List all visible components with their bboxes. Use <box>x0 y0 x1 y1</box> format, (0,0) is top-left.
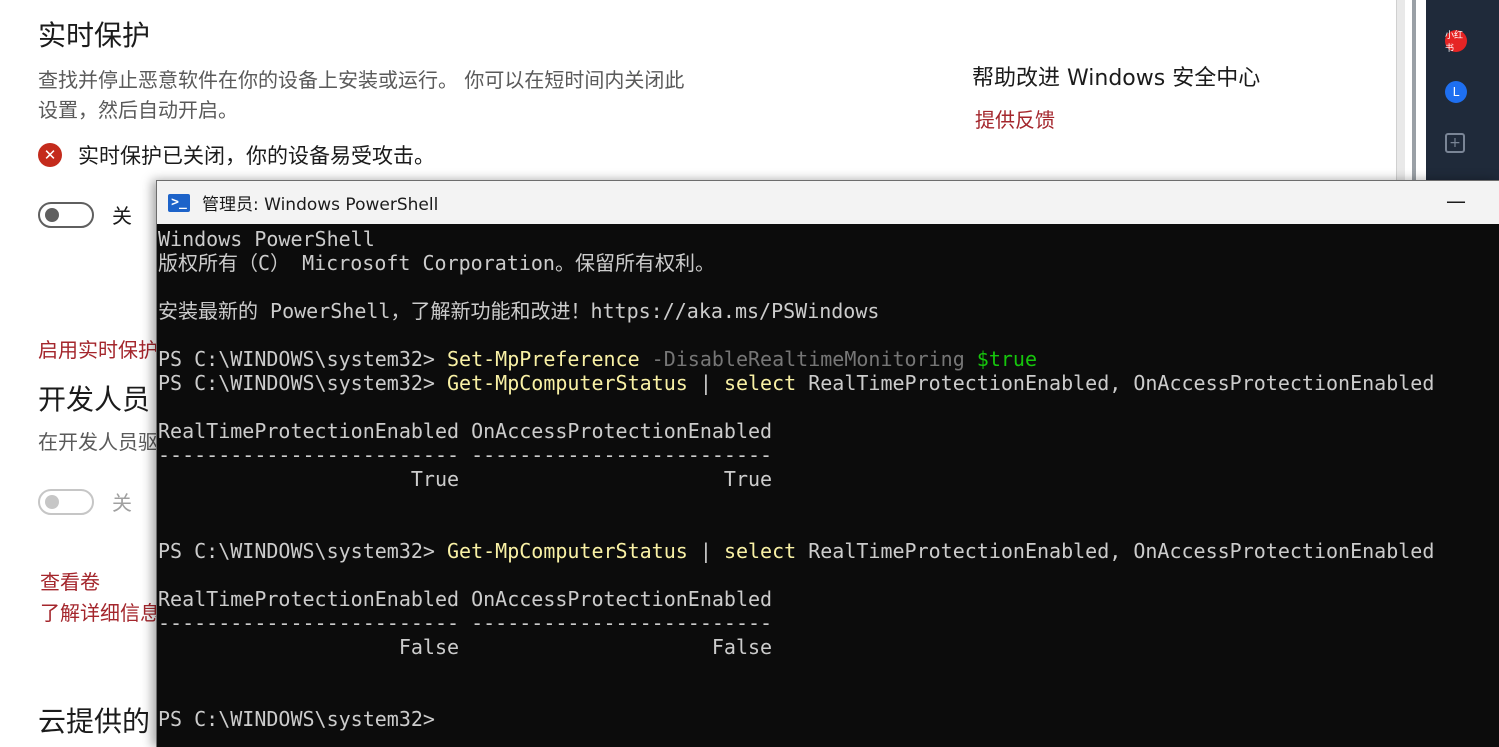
minimize-button[interactable]: — <box>1444 189 1468 213</box>
xiaohongshu-app-icon[interactable]: 小红书 <box>1445 30 1467 54</box>
realtime-protection-desc-1: 查找并停止恶意软件在你的设备上安装或运行。 你可以在短时间内关闭此 <box>38 68 685 92</box>
prompt: PS C:\WINDOWS\system32> <box>158 539 447 563</box>
realtime-toggle-label: 关 <box>112 204 132 228</box>
parameter: -DisableRealtimeMonitoring <box>639 347 977 371</box>
select-keyword: select <box>723 371 797 395</box>
feedback-link[interactable]: 提供反馈 <box>975 104 1055 133</box>
developer-drive-toggle[interactable] <box>38 488 94 515</box>
console-line: 版权所有（C） Microsoft Corporation。保留所有权利。 <box>158 251 715 275</box>
table-underline: ------------------------- --------------… <box>158 443 773 467</box>
window-title: 管理员: Windows PowerShell <box>202 195 439 215</box>
prompt: PS C:\WINDOWS\system32> <box>158 347 447 371</box>
help-improve-title: 帮助改进 Windows 安全中心 <box>972 66 1261 91</box>
toggle-knob <box>45 494 59 509</box>
enable-realtime-link[interactable]: 启用实时保护 <box>38 334 158 363</box>
select-args: RealTimeProtectionEnabled, OnAccessProte… <box>796 371 1435 395</box>
developer-drive-title: 开发人员 <box>38 383 151 416</box>
powershell-icon: >_ <box>168 193 190 212</box>
clock-app-icon[interactable]: L <box>1445 81 1467 103</box>
learn-more-link[interactable]: 了解详细信息 <box>40 597 160 626</box>
prompt: PS C:\WINDOWS\system32> <box>158 371 447 395</box>
realtime-alert-text: 实时保护已关闭，你的设备易受攻击。 <box>78 144 435 168</box>
powershell-titlebar[interactable]: >_ 管理员: Windows PowerShell — <box>157 181 1499 224</box>
command-line-3: PS C:\WINDOWS\system32> Get-MpComputerSt… <box>158 539 1499 563</box>
view-volumes-link[interactable]: 查看卷 <box>40 566 100 595</box>
select-keyword: select <box>723 539 797 563</box>
command-line-2: PS C:\WINDOWS\system32> Get-MpComputerSt… <box>158 371 1499 395</box>
console-line: Windows PowerShell <box>158 227 375 251</box>
developer-toggle-row: 关 <box>38 487 132 516</box>
table-header: RealTimeProtectionEnabled OnAccessProtec… <box>158 419 773 443</box>
developer-drive-desc: 在开发人员驱 <box>38 430 158 454</box>
realtime-alert: ✕ 实时保护已关闭，你的设备易受攻击。 <box>38 140 435 170</box>
pipe: | <box>687 371 724 395</box>
console-output[interactable]: Windows PowerShell 版权所有（C） Microsoft Cor… <box>158 227 1499 747</box>
table-row: False False <box>158 635 773 659</box>
realtime-protection-toggle[interactable] <box>38 201 94 228</box>
realtime-toggle-row: 关 <box>38 200 132 229</box>
console-line: 安装最新的 PowerShell，了解新功能和改进！https://aka.ms… <box>158 299 880 323</box>
cmdlet: Get-MpComputerStatus <box>446 539 688 563</box>
pipe: | <box>687 539 724 563</box>
table-row: True True <box>158 467 773 491</box>
command-line-1: PS C:\WINDOWS\system32> Set-MpPreference… <box>158 347 1499 371</box>
realtime-protection-desc-2: 设置，然后自动开启。 <box>38 98 238 122</box>
current-prompt[interactable]: PS C:\WINDOWS\system32> <box>158 707 1499 731</box>
select-args: RealTimeProtectionEnabled, OnAccessProte… <box>796 539 1435 563</box>
variable: $true <box>976 347 1038 371</box>
cloud-protection-title: 云提供的 <box>38 705 151 738</box>
developer-toggle-label: 关 <box>112 491 132 515</box>
error-icon: ✕ <box>38 143 62 167</box>
realtime-protection-title: 实时保护 <box>38 19 151 52</box>
cmdlet: Set-MpPreference <box>446 347 640 371</box>
table-underline: ------------------------- --------------… <box>158 611 773 635</box>
add-icon[interactable]: + <box>1445 133 1465 153</box>
table-header: RealTimeProtectionEnabled OnAccessProtec… <box>158 587 773 611</box>
cmdlet: Get-MpComputerStatus <box>446 371 688 395</box>
toggle-knob <box>45 207 59 222</box>
powershell-window[interactable]: >_ 管理员: Windows PowerShell — Windows Pow… <box>156 180 1499 747</box>
